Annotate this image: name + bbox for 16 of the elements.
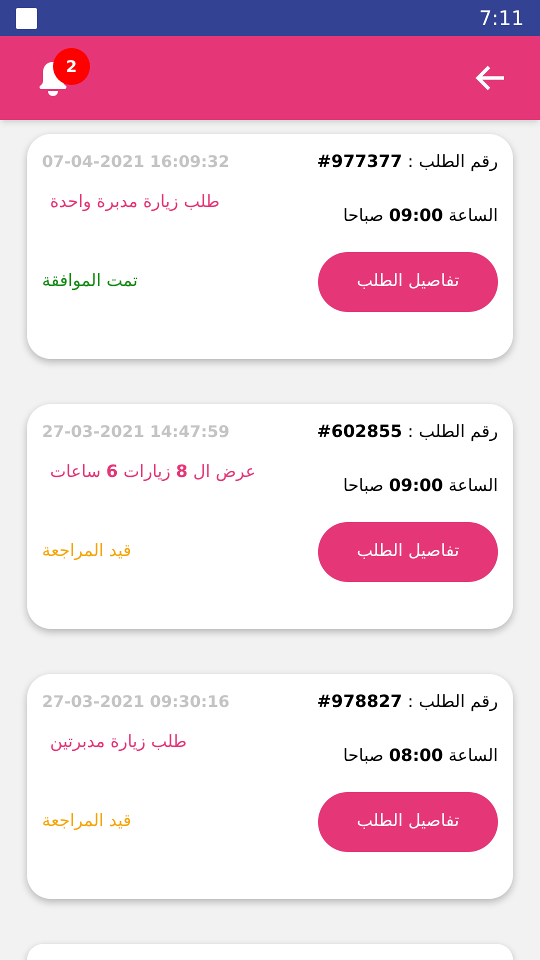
order-details-button[interactable]: تفاصيل الطلب (318, 522, 498, 582)
service-description: طلب زيارة مدبرة واحدة (50, 190, 220, 214)
order-status: قيد المراجعة (42, 810, 132, 834)
notification-button[interactable]: 2 (34, 48, 90, 98)
order-date: 07-04-2021 16:09:32 (42, 151, 230, 173)
clock: 7:11 (479, 5, 524, 32)
order-date: 27-03-2021 14:47:59 (42, 421, 230, 443)
order-details-button[interactable]: تفاصيل الطلب (318, 792, 498, 852)
back-arrow-icon[interactable] (474, 64, 506, 92)
service-description: طلب زيارة مدبرتين (50, 730, 187, 754)
order-status: تمت الموافقة (42, 270, 138, 294)
notification-badge: 2 (53, 48, 90, 85)
order-status: قيد المراجعة (42, 540, 132, 564)
square-icon (16, 8, 37, 28)
order-details-button[interactable]: تفاصيل الطلب (318, 252, 498, 312)
order-date: 27-03-2021 09:30:16 (42, 691, 230, 713)
